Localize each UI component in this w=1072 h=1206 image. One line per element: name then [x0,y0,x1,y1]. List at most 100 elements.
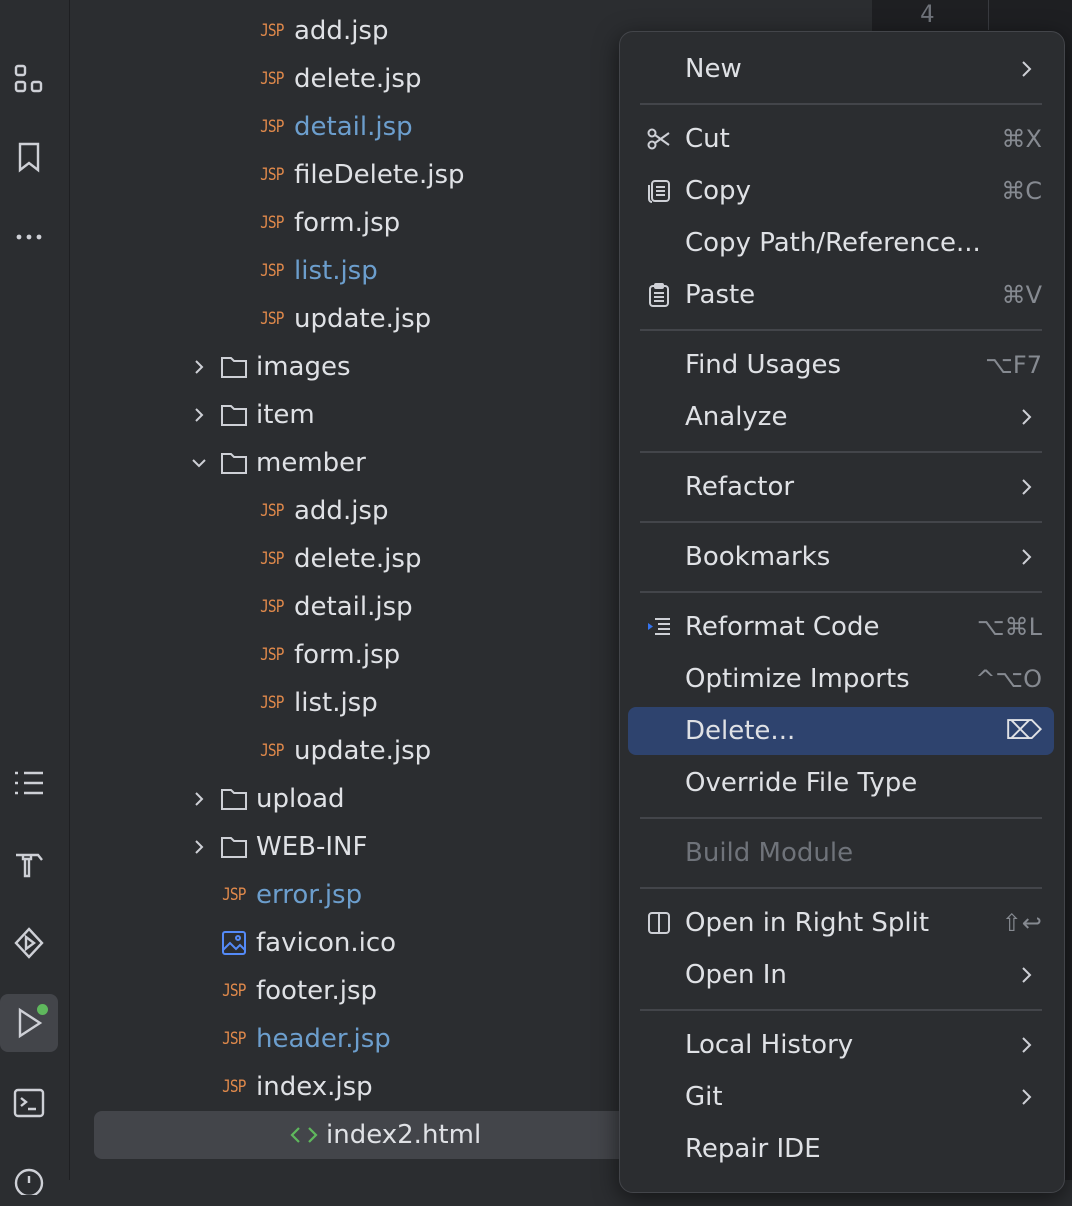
jsp-file-icon: JSP [258,545,286,573]
menu-item-label: Build Module [685,838,854,868]
tree-folder[interactable]: images [186,343,351,391]
menu-item-shortcut: ^⌥O [975,665,1042,693]
tree-file[interactable]: JSP footer.jsp [220,967,377,1015]
jsp-badge: JSP [260,549,284,569]
jsp-file-icon: JSP [258,161,286,189]
tree-item-label: images [256,352,351,382]
services-icon[interactable] [0,914,58,972]
jsp-file-icon: JSP [258,257,286,285]
menu-item-shortcut: ⌥F7 [985,351,1042,379]
tree-folder[interactable]: item [186,391,315,439]
terminal-icon[interactable] [0,1074,58,1132]
tree-file[interactable]: JSP fileDelete.jsp [258,151,464,199]
tree-file[interactable]: JSP update.jsp [258,295,431,343]
menu-separator [640,591,1042,593]
structure-icon[interactable] [0,50,58,108]
chevron-right-icon[interactable] [186,402,212,428]
menu-item-shortcut: ⌦ [1005,716,1042,746]
tree-file[interactable]: JSP form.jsp [258,631,400,679]
menu-item-delete[interactable]: Delete... ⌦ [628,707,1054,755]
tree-file[interactable]: JSP list.jsp [258,247,378,295]
tree-file[interactable]: JSP header.jsp [220,1015,391,1063]
menu-separator [640,103,1042,105]
jsp-badge: JSP [260,501,284,521]
problems-icon[interactable] [0,1148,58,1206]
menu-item-optimize-imports[interactable]: Optimize Imports ^⌥O [628,655,1054,703]
jsp-badge: JSP [222,981,246,1001]
jsp-badge: JSP [260,165,284,185]
menu-item-bookmarks[interactable]: Bookmarks [628,533,1054,581]
reformat-icon [646,614,672,640]
more-icon[interactable] [0,208,58,266]
tree-item-label: form.jsp [294,208,401,238]
menu-item-build-module[interactable]: Build Module [628,829,1054,877]
menu-separator [640,521,1042,523]
tree-file[interactable]: JSP list.jsp [258,679,378,727]
tree-item-label: member [256,448,366,478]
build-icon[interactable] [0,834,58,892]
menu-item-local-history[interactable]: Local History [628,1021,1054,1069]
chevron-right-icon[interactable] [186,786,212,812]
jsp-badge: JSP [260,21,284,41]
jsp-file-icon: JSP [258,65,286,93]
context-menu: New Cut ⌘X Copy ⌘C Copy Path/Reference... Past… [619,31,1065,1193]
menu-item-open-in-right-split[interactable]: Open in Right Split ⇧↩ [628,899,1054,947]
menu-item-label: Refactor [685,472,795,502]
bookmark-icon[interactable] [0,128,58,186]
menu-item-cut[interactable]: Cut ⌘X [628,115,1054,163]
chevron-right-icon[interactable] [186,834,212,860]
chevron-down-icon[interactable] [186,450,212,476]
menu-item-shortcut: ⌘V [1001,281,1042,309]
jsp-file-icon: JSP [258,497,286,525]
menu-item-analyze[interactable]: Analyze [628,393,1054,441]
menu-item-label: New [685,54,742,84]
tree-item-label: form.jsp [294,640,401,670]
tree-item-label: detail.jsp [294,112,413,142]
menu-item-override-file-type[interactable]: Override File Type [628,759,1054,807]
tree-item-label: WEB-INF [256,832,368,862]
chevron-right-icon [1020,1035,1034,1055]
jsp-badge: JSP [260,213,284,233]
menu-item-open-in[interactable]: Open In [628,951,1054,999]
menu-item-shortcut: ⌘C [1001,177,1042,205]
menu-separator [640,329,1042,331]
tree-item-label: list.jsp [294,256,378,286]
menu-item-copy[interactable]: Copy ⌘C [628,167,1054,215]
tree-folder[interactable]: WEB-INF [186,823,367,871]
tree-file[interactable]: favicon.ico [220,919,396,967]
chevron-right-icon [1020,965,1034,985]
tree-file[interactable]: JSP delete.jsp [258,55,421,103]
menu-item-new[interactable]: New [628,45,1054,93]
tree-file[interactable]: JSP delete.jsp [258,535,421,583]
menu-item-repair-ide[interactable]: Repair IDE [628,1125,1054,1173]
menu-item-paste[interactable]: Paste ⌘V [628,271,1054,319]
menu-item-copy-path-reference[interactable]: Copy Path/Reference... [628,219,1054,267]
tree-file[interactable]: JSP error.jsp [220,871,362,919]
tree-file[interactable]: JSP add.jsp [258,7,388,55]
run-status-indicator [37,1004,48,1015]
copy-icon [646,178,672,204]
project-tree: JSP add.jsp JSP delete.jsp JSP detail.jsp JSP f… [70,0,850,1180]
todo-list-icon[interactable] [0,754,58,812]
jsp-file-icon: JSP [258,641,286,669]
chevron-right-icon[interactable] [186,354,212,380]
tree-file[interactable]: JSP form.jsp [258,199,400,247]
tree-folder[interactable]: member [186,439,366,487]
menu-item-label: Delete... [685,716,796,746]
tree-file[interactable]: JSP detail.jsp [258,103,413,151]
split-icon [646,910,672,936]
tree-file[interactable]: JSP update.jsp [258,727,431,775]
menu-item-label: Override File Type [685,768,918,798]
chevron-right-icon [1020,547,1034,567]
tree-folder[interactable]: upload [186,775,345,823]
tree-file[interactable]: JSP add.jsp [258,487,388,535]
menu-item-find-usages[interactable]: Find Usages ⌥F7 [628,341,1054,389]
scissors-icon [646,126,672,152]
tree-file[interactable]: JSP detail.jsp [258,583,412,631]
tool-window-strip [0,0,70,1195]
menu-item-reformat-code[interactable]: Reformat Code ⌥⌘L [628,603,1054,651]
menu-item-git[interactable]: Git [628,1073,1054,1121]
tree-file[interactable]: JSP index.jsp [220,1063,372,1111]
run-icon[interactable] [0,994,58,1052]
menu-item-refactor[interactable]: Refactor [628,463,1054,511]
